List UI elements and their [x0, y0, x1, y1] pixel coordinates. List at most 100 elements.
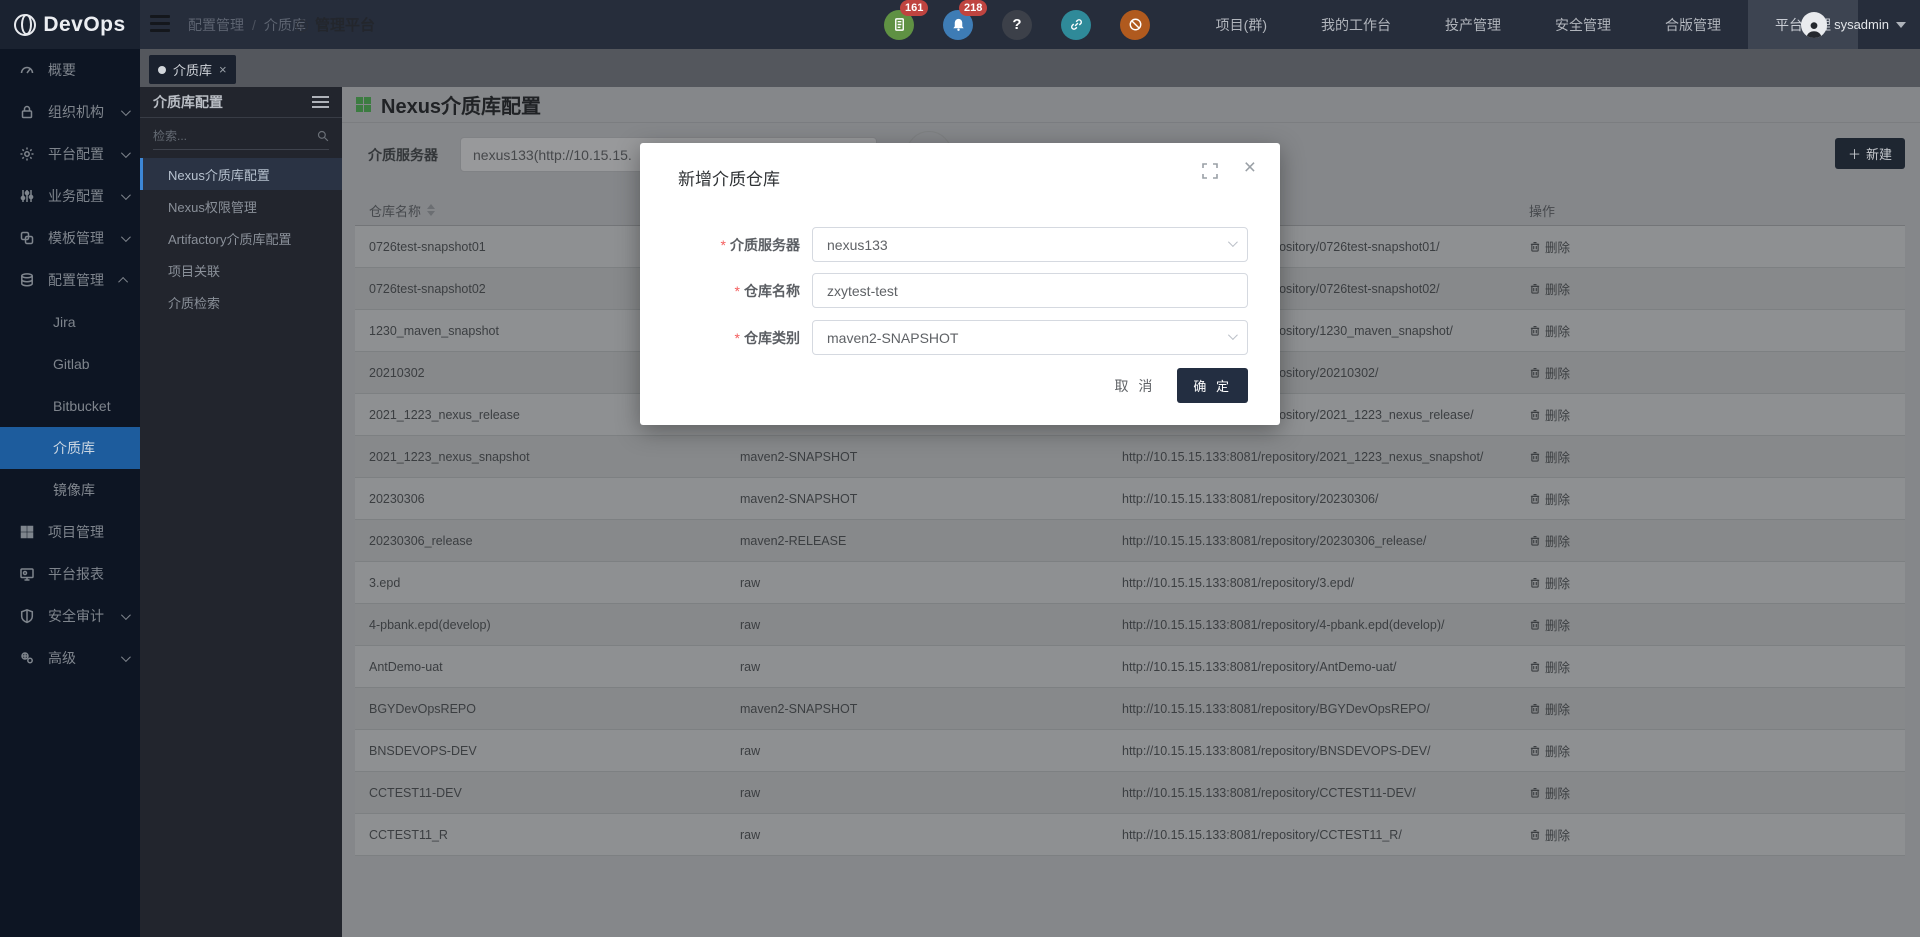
- cell-repo-url: http://10.15.15.133:8081/repository/4-pb…: [1122, 618, 1529, 632]
- table-row: BGYDevOpsREPOmaven2-SNAPSHOThttp://10.15…: [355, 688, 1905, 730]
- field-select[interactable]: nexus133: [812, 227, 1248, 262]
- delete-button[interactable]: 删除: [1529, 531, 1570, 550]
- block-icon-button[interactable]: [1120, 10, 1150, 40]
- cell-repo-name: AntDemo-uat: [355, 660, 740, 674]
- dialog-footer: 取 消 确 定: [1104, 368, 1248, 403]
- delete-button[interactable]: 删除: [1529, 405, 1570, 424]
- tab-close-icon[interactable]: ×: [219, 63, 227, 76]
- sidebar-subitem[interactable]: 镜像库: [0, 469, 140, 511]
- panel-item-list: Nexus介质库配置Nexus权限管理Artifactory介质库配置项目关联介…: [140, 158, 342, 318]
- dashboard-icon: [19, 62, 35, 78]
- cell-repo-type: raw: [740, 744, 1122, 758]
- notification-badge: 218: [959, 0, 987, 16]
- user-menu[interactable]: sysadmin: [1801, 0, 1920, 49]
- chevron-up-icon: [118, 276, 128, 286]
- trash-icon: [1529, 282, 1541, 295]
- delete-button[interactable]: 删除: [1529, 363, 1570, 382]
- delete-button[interactable]: 删除: [1529, 615, 1570, 634]
- top-nav-item[interactable]: 项目(群): [1189, 0, 1294, 49]
- sidebar-item[interactable]: 高级: [0, 637, 140, 679]
- field-select[interactable]: maven2-SNAPSHOT: [812, 320, 1248, 355]
- delete-button[interactable]: 删除: [1529, 489, 1570, 508]
- delete-button[interactable]: 删除: [1529, 321, 1570, 340]
- question-icon-button[interactable]: ?: [1002, 10, 1032, 40]
- target-icon: ◎: [295, 15, 309, 35]
- delete-button[interactable]: 删除: [1529, 741, 1570, 760]
- panel-item[interactable]: 项目关联: [140, 254, 342, 286]
- cell-repo-type: raw: [740, 660, 1122, 674]
- app-logo[interactable]: DevOps: [0, 0, 140, 49]
- top-nav-item[interactable]: 我的工作台: [1294, 0, 1418, 49]
- trash-icon: [1529, 618, 1541, 631]
- sidebar-subitem[interactable]: 介质库: [0, 427, 140, 469]
- panel-search-input[interactable]: [153, 124, 329, 148]
- confirm-button[interactable]: 确 定: [1177, 368, 1248, 403]
- open-tab[interactable]: 介质库 ×: [149, 55, 236, 84]
- panel-item[interactable]: Nexus介质库配置: [140, 158, 342, 190]
- panel-item[interactable]: Artifactory介质库配置: [140, 222, 342, 254]
- sidebar-item[interactable]: 平台配置: [0, 133, 140, 175]
- dialog-title: 新增介质仓库: [678, 165, 780, 190]
- fullscreen-icon[interactable]: [1202, 163, 1218, 179]
- trash-icon: [1529, 366, 1541, 379]
- cell-repo-type: maven2-SNAPSHOT: [740, 702, 1122, 716]
- top-nav-item[interactable]: 安全管理: [1528, 0, 1638, 49]
- panel-menu-icon[interactable]: [312, 93, 329, 111]
- sidebar-subitem[interactable]: Bitbucket: [0, 385, 140, 427]
- trash-icon: [1529, 786, 1541, 799]
- table-row: 20230306maven2-SNAPSHOThttp://10.15.15.1…: [355, 478, 1905, 520]
- trash-icon: [1529, 702, 1541, 715]
- sidebar-item[interactable]: 平台报表: [0, 553, 140, 595]
- required-asterisk: *: [721, 237, 726, 253]
- breadcrumb-item[interactable]: 配置管理: [188, 15, 244, 35]
- platform-mode-label[interactable]: ◎ 管理平台: [295, 0, 375, 49]
- sidebar-subitem[interactable]: Jira: [0, 301, 140, 343]
- delete-button[interactable]: 删除: [1529, 825, 1570, 844]
- cell-actions: 删除: [1529, 783, 1899, 802]
- table-row: 4-pbank.epd(develop)rawhttp://10.15.15.1…: [355, 604, 1905, 646]
- sidebar-item[interactable]: 组织机构: [0, 91, 140, 133]
- table-row: 2021_1223_nexus_snapshotmaven2-SNAPSHOTh…: [355, 436, 1905, 478]
- top-nav-item[interactable]: 投产管理: [1418, 0, 1528, 49]
- field-input[interactable]: zxytest-test: [812, 273, 1248, 308]
- link-icon-button[interactable]: [1061, 10, 1091, 40]
- cancel-button[interactable]: 取 消: [1104, 370, 1165, 402]
- delete-button[interactable]: 删除: [1529, 657, 1570, 676]
- panel-item[interactable]: 介质检索: [140, 286, 342, 318]
- close-icon[interactable]: ×: [1244, 157, 1256, 178]
- top-nav-item[interactable]: 合版管理: [1638, 0, 1748, 49]
- page-title: Nexus介质库配置: [381, 90, 541, 119]
- monitor-icon: [19, 566, 35, 582]
- cell-repo-url: http://10.15.15.133:8081/repository/BNSD…: [1122, 744, 1529, 758]
- sidebar-collapse-icon[interactable]: [150, 15, 170, 32]
- create-button[interactable]: ＋ 新建: [1835, 138, 1905, 169]
- cell-actions: 删除: [1529, 825, 1899, 844]
- sidebar-item[interactable]: 项目管理: [0, 511, 140, 553]
- document-icon-button[interactable]: 161: [884, 10, 914, 40]
- sort-icon[interactable]: [427, 204, 435, 216]
- cell-actions: 删除: [1529, 531, 1899, 550]
- chevron-down-icon: [121, 148, 131, 158]
- delete-button[interactable]: 删除: [1529, 447, 1570, 466]
- sidebar-item[interactable]: 业务配置: [0, 175, 140, 217]
- panel-item[interactable]: Nexus权限管理: [140, 190, 342, 222]
- bell-icon-button[interactable]: 218: [943, 10, 973, 40]
- chevron-down-icon: [121, 190, 131, 200]
- sidebar-item[interactable]: 模板管理: [0, 217, 140, 259]
- delete-button[interactable]: 删除: [1529, 783, 1570, 802]
- table-row: CCTEST11_Rrawhttp://10.15.15.133:8081/re…: [355, 814, 1905, 856]
- sidebar-item[interactable]: 配置管理: [0, 259, 140, 301]
- config-sub-panel: 介质库配置 Nexus介质库配置Nexus权限管理Artifactory介质库配…: [140, 87, 342, 937]
- trash-icon: [1529, 660, 1541, 673]
- delete-button[interactable]: 删除: [1529, 699, 1570, 718]
- trash-icon: [1529, 408, 1541, 421]
- delete-button[interactable]: 删除: [1529, 237, 1570, 256]
- required-asterisk: *: [735, 283, 740, 299]
- breadcrumb: 配置管理 / 介质库: [188, 0, 306, 49]
- sidebar-item[interactable]: 概要: [0, 49, 140, 91]
- cell-actions: 删除: [1529, 363, 1899, 382]
- delete-button[interactable]: 删除: [1529, 573, 1570, 592]
- sidebar-item[interactable]: 安全审计: [0, 595, 140, 637]
- delete-button[interactable]: 删除: [1529, 279, 1570, 298]
- sidebar-subitem[interactable]: Gitlab: [0, 343, 140, 385]
